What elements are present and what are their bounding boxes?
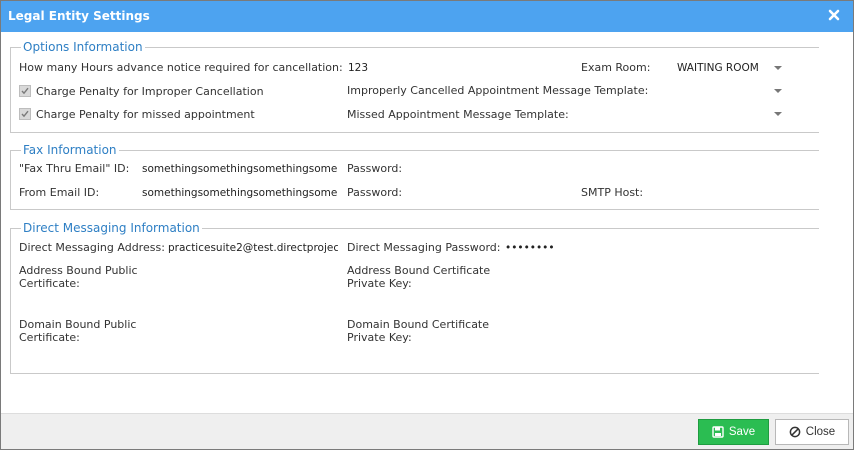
save-button-label: Save [728,426,756,438]
address-private-key-label-2: Private Key: [347,277,412,290]
legal-entity-settings-dialog: Legal Entity Settings Options Informatio… [0,0,854,450]
chevron-down-icon[interactable] [774,112,782,116]
domain-private-key-label-2: Private Key: [347,331,412,344]
direct-messaging-section: Direct Messaging Information Direct Mess… [10,220,819,374]
improper-template-label: Improperly Cancelled Appointment Message… [347,84,649,97]
close-button-label: Close [805,426,836,438]
hours-notice-label: How many Hours advance notice required f… [19,61,343,74]
address-private-key-label: Address Bound Certificate [347,264,491,277]
domain-private-key-label: Domain Bound Certificate [347,318,490,331]
direct-address-input[interactable]: practicesuite2@test.directproject. [168,241,338,255]
domain-public-cert-label: Domain Bound Public [19,318,137,331]
exam-room-select[interactable]: WAITING ROOM [677,61,777,75]
penalty-improper-label: Charge Penalty for Improper Cancellation [36,85,264,98]
exam-room-label: Exam Room: [581,61,651,74]
smtp-host-label: SMTP Host: [581,186,644,199]
dialog-title: Legal Entity Settings [8,9,150,23]
missed-template-label: Missed Appointment Message Template: [347,108,569,121]
fax-section: Fax Information "Fax Thru Email" ID: som… [10,142,819,210]
direct-password-label: Direct Messaging Password: [347,241,501,254]
dialog-content: Options Information How many Hours advan… [1,32,853,413]
dialog-titlebar: Legal Entity Settings [1,1,853,32]
options-section: Options Information How many Hours advan… [10,39,819,133]
checkmark-icon [21,110,29,118]
address-public-cert-label: Address Bound Public [19,264,138,277]
close-button[interactable]: Close [775,419,849,445]
domain-public-cert-label-2: Certificate: [19,331,80,344]
penalty-improper-checkbox[interactable] [19,85,31,97]
fax-email-id-input[interactable]: somethingsomethingsomethingsomething [142,162,337,176]
close-icon[interactable] [828,9,840,21]
from-email-id-input[interactable]: somethingsomethingsomethingsomething [142,186,337,200]
fax-password-label: Password: [347,162,403,175]
address-public-cert-label-2: Certificate: [19,277,80,290]
direct-password-input[interactable]: •••••••• [505,241,585,255]
floppy-disk-icon [712,426,724,438]
direct-messaging-legend: Direct Messaging Information [21,220,202,236]
penalty-missed-checkbox[interactable] [19,108,31,120]
direct-address-label: Direct Messaging Address: [19,241,165,254]
fax-email-id-label: "Fax Thru Email" ID: [19,162,130,175]
save-button[interactable]: Save [698,419,769,445]
content-scrollbar[interactable] [819,32,853,413]
from-email-password-label: Password: [347,186,403,199]
chevron-down-icon[interactable] [774,66,782,70]
checkmark-icon [21,87,29,95]
hours-notice-input[interactable]: 123 [348,61,568,75]
from-email-id-label: From Email ID: [19,186,100,199]
ban-icon [789,426,801,438]
fax-legend: Fax Information [21,142,119,158]
options-legend: Options Information [21,39,145,55]
chevron-down-icon[interactable] [774,89,782,93]
penalty-missed-label: Charge Penalty for missed appointment [36,108,255,121]
